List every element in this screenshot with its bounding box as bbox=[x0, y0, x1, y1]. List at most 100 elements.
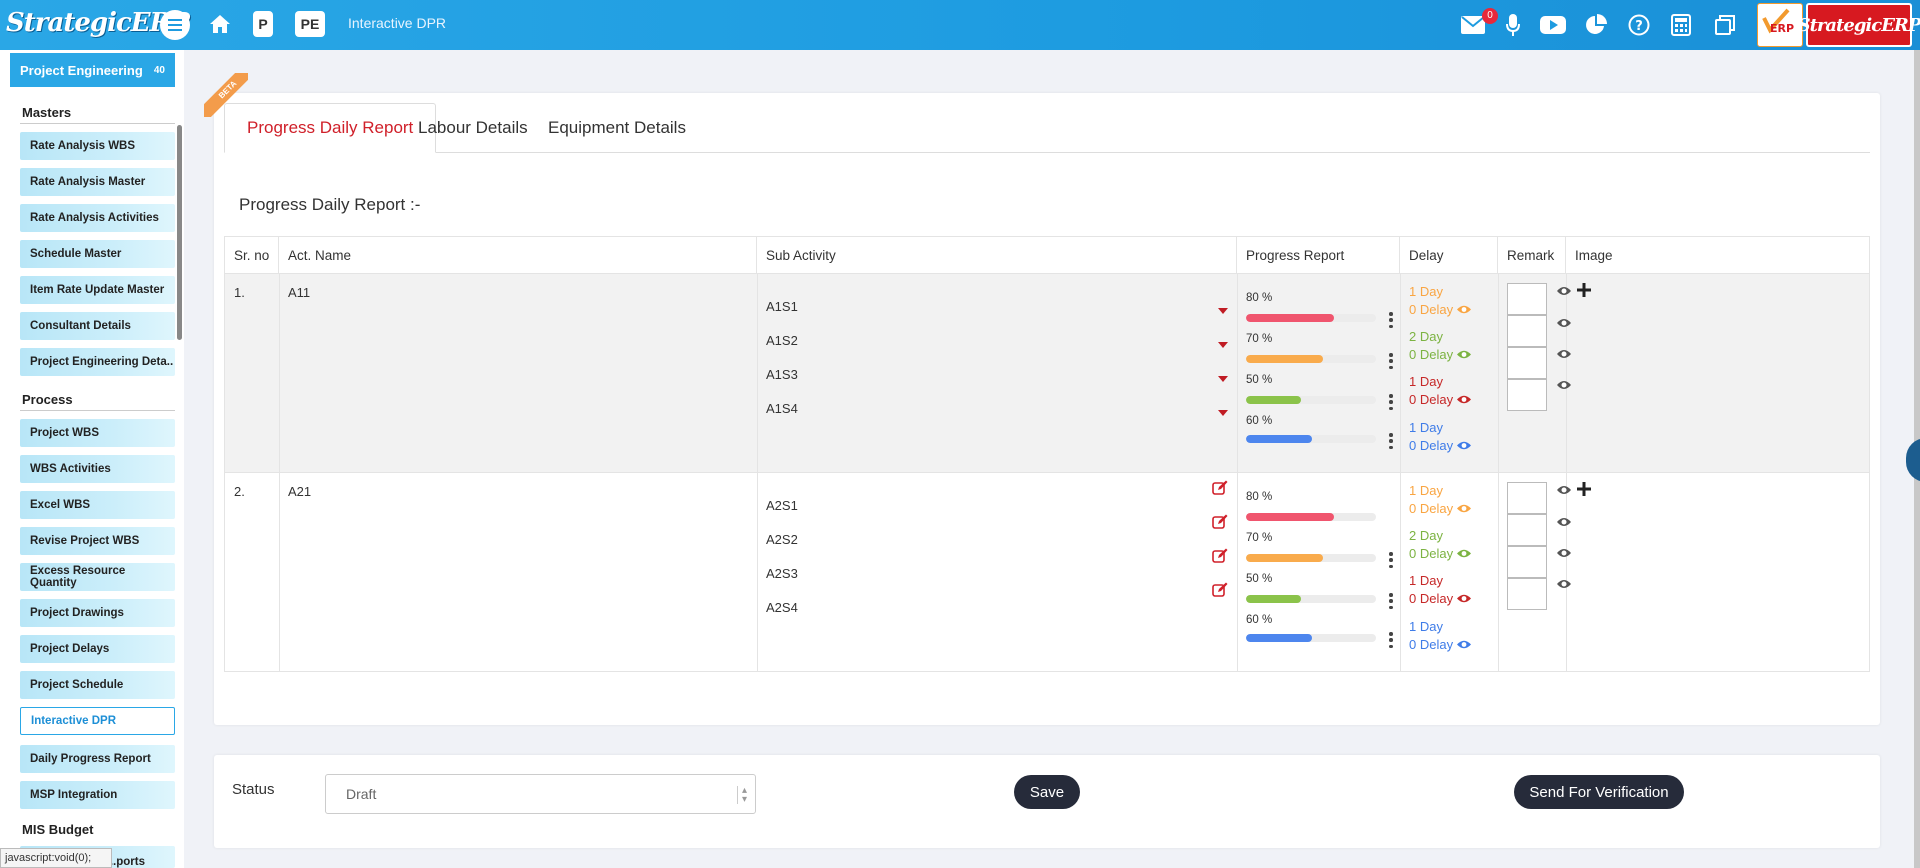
more-options-icon[interactable] bbox=[1389, 353, 1393, 369]
sidebar-item-schedule-master[interactable]: Schedule Master bbox=[20, 240, 175, 268]
eye-icon[interactable] bbox=[1556, 516, 1572, 528]
col-sr-no: Sr. no bbox=[225, 237, 279, 273]
eye-icon[interactable] bbox=[1556, 379, 1572, 391]
eye-icon[interactable] bbox=[1456, 639, 1472, 650]
remark-input[interactable] bbox=[1507, 578, 1547, 610]
side-panel-toggle[interactable] bbox=[1906, 438, 1920, 482]
eye-icon[interactable] bbox=[1456, 503, 1472, 514]
chevron-down-icon[interactable] bbox=[1218, 308, 1228, 314]
eye-icon[interactable] bbox=[1556, 484, 1572, 496]
sidebar-module-header[interactable]: Project Engineering 40 bbox=[10, 53, 175, 87]
row1-progress-2-label: 70 % bbox=[1246, 333, 1273, 345]
calculator-icon[interactable] bbox=[1668, 12, 1694, 38]
youtube-icon[interactable] bbox=[1540, 12, 1566, 38]
svg-text:ERP: ERP bbox=[1770, 22, 1794, 35]
status-bar-tooltip: javascript:void(0); bbox=[0, 848, 112, 868]
row2-delay-days-3: 1 Day bbox=[1409, 573, 1443, 588]
sidebar-item-revise-project-wbs[interactable]: Revise Project WBS bbox=[20, 527, 175, 555]
project-pe-button[interactable]: PE bbox=[295, 11, 325, 37]
sidebar-item-msp-integration[interactable]: MSP Integration bbox=[20, 781, 175, 809]
pie-chart-icon[interactable] bbox=[1583, 12, 1609, 38]
plus-icon[interactable] bbox=[1577, 283, 1591, 297]
chevron-down-icon[interactable] bbox=[1218, 410, 1228, 416]
sidebar-item-rate-analysis-master[interactable]: Rate Analysis Master bbox=[20, 168, 175, 196]
edit-icon[interactable] bbox=[1212, 514, 1228, 530]
eye-icon[interactable] bbox=[1556, 317, 1572, 329]
row2-delay-days-1: 1 Day bbox=[1409, 483, 1443, 498]
more-options-icon[interactable] bbox=[1389, 394, 1393, 410]
sidebar-item-project-schedule[interactable]: Project Schedule bbox=[20, 671, 175, 699]
eye-icon[interactable] bbox=[1456, 593, 1472, 604]
row1-delay-1: 0 Delay bbox=[1409, 302, 1472, 317]
page-title: Interactive DPR bbox=[348, 15, 447, 31]
status-select[interactable]: Draft ▴ ▾ bbox=[325, 774, 756, 814]
sidebar-item-rate-analysis-wbs[interactable]: Rate Analysis WBS bbox=[20, 132, 175, 160]
sidebar-item-daily-progress-report[interactable]: Daily Progress Report bbox=[20, 745, 175, 773]
edit-icon[interactable] bbox=[1212, 480, 1228, 496]
row1-progress-1-label: 80 % bbox=[1246, 292, 1273, 304]
home-icon[interactable] bbox=[208, 12, 232, 36]
row1-sub-2: A1S2 bbox=[766, 333, 798, 348]
sidebar-item-excess-resource-quantity[interactable]: Excess Resource Quantity bbox=[20, 563, 175, 591]
remark-input[interactable] bbox=[1507, 514, 1547, 546]
sidebar-item-rate-analysis-activities[interactable]: Rate Analysis Activities bbox=[20, 204, 175, 232]
tab-bar: Progress Daily Report Labour Details Equ… bbox=[224, 103, 1870, 153]
col-remark: Remark bbox=[1498, 237, 1566, 273]
row1-sr: 1. bbox=[234, 285, 245, 300]
sidebar-item-wbs-activities[interactable]: WBS Activities bbox=[20, 455, 175, 483]
section-masters: Masters bbox=[22, 105, 72, 120]
row2-sub-2: A2S2 bbox=[766, 532, 798, 547]
sidebar-item-project-engineering-details[interactable]: Project Engineering Deta.. bbox=[20, 348, 175, 376]
row2-progress-1-label: 80 % bbox=[1246, 491, 1273, 503]
eye-icon[interactable] bbox=[1456, 349, 1472, 360]
more-options-icon[interactable] bbox=[1389, 433, 1393, 449]
eye-icon[interactable] bbox=[1456, 440, 1472, 451]
remark-input[interactable] bbox=[1507, 347, 1547, 379]
help-icon[interactable]: ? bbox=[1626, 12, 1652, 38]
sidebar-item-excel-wbs[interactable]: Excel WBS bbox=[20, 491, 175, 519]
edit-icon[interactable] bbox=[1212, 582, 1228, 598]
more-options-icon[interactable] bbox=[1389, 552, 1393, 568]
eye-icon[interactable] bbox=[1456, 304, 1472, 315]
progress-bar bbox=[1246, 355, 1376, 363]
eye-icon[interactable] bbox=[1456, 394, 1472, 405]
hamburger-menu-button[interactable] bbox=[160, 10, 190, 40]
microphone-icon[interactable] bbox=[1500, 12, 1526, 38]
mail-count-badge: 0 bbox=[1482, 8, 1498, 24]
more-options-icon[interactable] bbox=[1389, 593, 1393, 609]
eye-icon[interactable] bbox=[1456, 548, 1472, 559]
chevron-down-icon[interactable] bbox=[1218, 342, 1228, 348]
more-options-icon[interactable] bbox=[1389, 312, 1393, 328]
plus-icon[interactable] bbox=[1577, 482, 1591, 496]
sidebar-item-interactive-dpr[interactable]: Interactive DPR bbox=[20, 707, 175, 735]
row1-act-name: A11 bbox=[288, 285, 311, 300]
sidebar-item-consultant-details[interactable]: Consultant Details bbox=[20, 312, 175, 340]
sidebar-item-project-wbs[interactable]: Project WBS bbox=[20, 419, 175, 447]
sidebar-scrollbar[interactable] bbox=[177, 125, 182, 340]
eye-icon[interactable] bbox=[1556, 285, 1572, 297]
sidebar-item-item-rate-update-master[interactable]: Item Rate Update Master bbox=[20, 276, 175, 304]
send-for-verification-button[interactable]: Send For Verification bbox=[1514, 775, 1684, 809]
remark-input[interactable] bbox=[1507, 546, 1547, 578]
eye-icon[interactable] bbox=[1556, 348, 1572, 360]
eye-icon[interactable] bbox=[1556, 578, 1572, 590]
project-p-button[interactable]: P bbox=[253, 11, 273, 37]
sidebar-item-project-delays[interactable]: Project Delays bbox=[20, 635, 175, 663]
remark-input[interactable] bbox=[1507, 482, 1547, 514]
eye-icon[interactable] bbox=[1556, 547, 1572, 559]
row2-delay-days-2: 2 Day bbox=[1409, 528, 1443, 543]
sidebar-item-project-drawings[interactable]: Project Drawings bbox=[20, 599, 175, 627]
remark-input[interactable] bbox=[1507, 315, 1547, 347]
save-button[interactable]: Save bbox=[1014, 775, 1080, 809]
edit-icon[interactable] bbox=[1212, 548, 1228, 564]
progress-bar bbox=[1246, 595, 1376, 603]
chevron-down-icon[interactable] bbox=[1218, 376, 1228, 382]
tab-equipment-details[interactable]: Equipment Details bbox=[526, 103, 708, 153]
more-options-icon[interactable] bbox=[1389, 632, 1393, 648]
sidebar: Project Engineering 40 Masters Rate Anal… bbox=[0, 50, 184, 868]
row2-delay-3: 0 Delay bbox=[1409, 591, 1472, 606]
remark-input[interactable] bbox=[1507, 379, 1547, 411]
table-row bbox=[225, 472, 1869, 671]
remark-input[interactable] bbox=[1507, 283, 1547, 315]
windows-copy-icon[interactable] bbox=[1712, 12, 1738, 38]
